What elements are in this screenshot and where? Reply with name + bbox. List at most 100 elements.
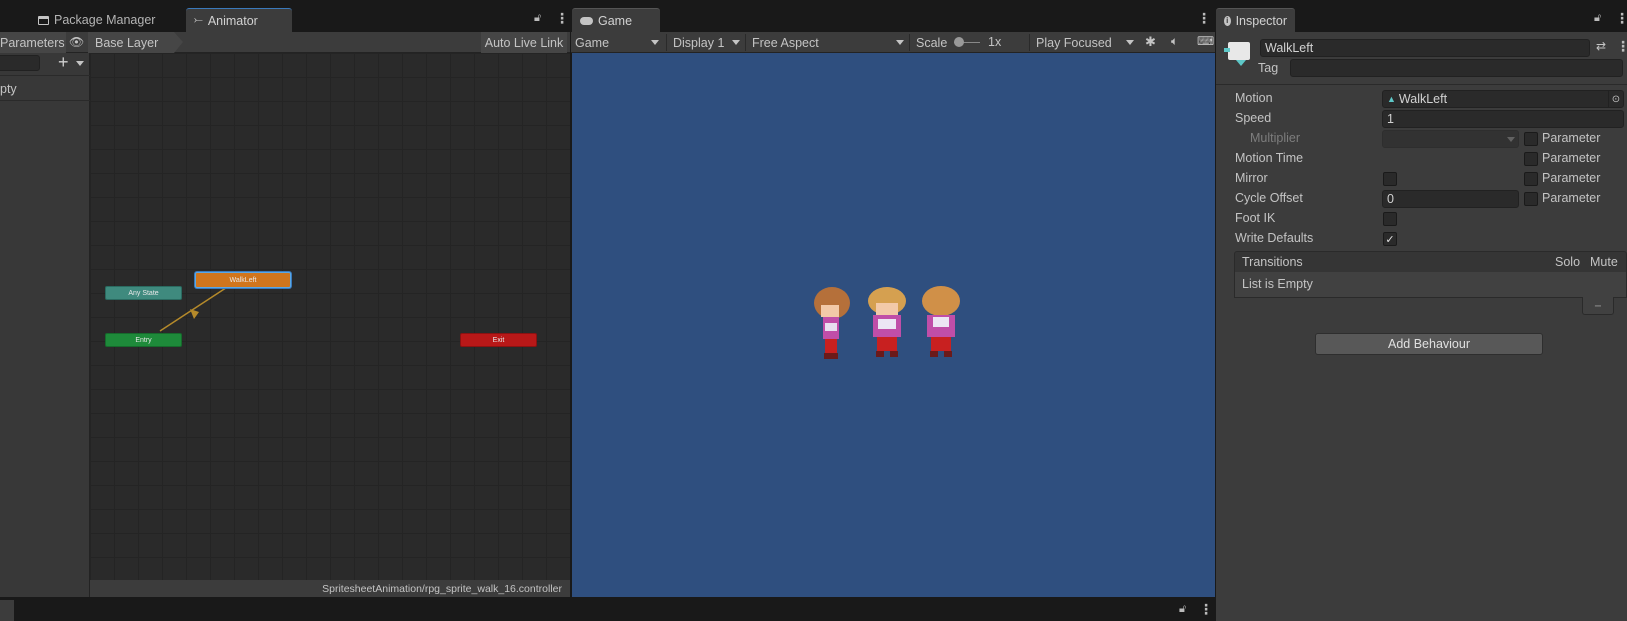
cycle-offset-input[interactable]: 0: [1382, 190, 1519, 208]
cycle-offset-label: Cycle Offset: [1235, 191, 1303, 205]
motion-time-parameter-checkbox[interactable]: [1524, 152, 1538, 166]
scale-label: Scale: [916, 35, 948, 50]
transitions-label: Transitions: [1242, 255, 1303, 269]
chevron-down-icon: [732, 40, 740, 45]
animation-clip-icon: ▲: [1387, 94, 1396, 104]
multiplier-parameter-checkbox[interactable]: [1524, 132, 1538, 146]
character-sprite-front: [868, 287, 906, 357]
state-name-input[interactable]: WalkLeft: [1260, 39, 1590, 57]
speed-input[interactable]: 1: [1382, 110, 1624, 128]
more-menu-icon[interactable]: ⋮: [1197, 10, 1211, 27]
mirror-checkbox[interactable]: [1383, 172, 1397, 186]
auto-live-link-button[interactable]: Auto Live Link: [481, 32, 567, 53]
remove-transition-button[interactable]: −: [1582, 297, 1614, 315]
object-picker-icon[interactable]: ⊙: [1608, 90, 1624, 108]
speed-label: Speed: [1235, 111, 1272, 125]
more-menu-icon[interactable]: ⋮: [1199, 601, 1213, 618]
solo-label: Solo: [1555, 255, 1581, 269]
stats-icon[interactable]: ⌨︎: [1197, 34, 1214, 48]
parameter-search-input[interactable]: [0, 55, 40, 71]
layer-label: Base Layer: [95, 35, 159, 50]
package-icon: [38, 15, 49, 25]
mirror-parameter-checkbox[interactable]: [1524, 172, 1538, 186]
multiplier-dropdown[interactable]: [1382, 130, 1519, 148]
divider: [1216, 84, 1627, 85]
state-icon: [1228, 42, 1250, 60]
checkmark-icon: ✓: [1385, 233, 1395, 246]
cycle-offset-parameter-label: Parameter: [1542, 191, 1601, 205]
bug-icon[interactable]: ✱: [1145, 34, 1156, 50]
motion-value: WalkLeft: [1398, 92, 1448, 106]
node-exit-label: Exit: [492, 336, 505, 344]
minus-icon: −: [1594, 298, 1602, 313]
motion-field[interactable]: ▲ WalkLeft: [1382, 90, 1613, 108]
tab-animator[interactable]: ⤚ Animator: [186, 8, 292, 32]
foot-ik-label: Foot IK: [1235, 211, 1276, 225]
bottom-tab[interactable]: [0, 600, 14, 621]
mute-label: Mute: [1590, 255, 1618, 269]
gamepad-icon: [580, 16, 593, 25]
tab-game[interactable]: Game: [572, 8, 660, 32]
scale-slider-handle[interactable]: [954, 37, 964, 47]
breadcrumb[interactable]: Base Layer: [88, 32, 174, 53]
game-tab-bar: Game ⋮: [571, 0, 1215, 32]
preset-icon[interactable]: ⇄: [1596, 39, 1606, 53]
motion-time-label: Motion Time: [1235, 151, 1304, 165]
multiplier-label: Multiplier: [1250, 131, 1301, 145]
game-viewport[interactable]: [572, 53, 1215, 597]
game-view-label: Game: [575, 35, 610, 50]
aspect-dropdown[interactable]: Free Aspect: [745, 34, 907, 51]
node-walk-left[interactable]: WalkLeft: [195, 272, 291, 288]
add-parameter-icon[interactable]: +: [58, 52, 69, 73]
chevron-down-icon: [651, 40, 659, 45]
tab-inspector[interactable]: i Inspector: [1216, 8, 1295, 32]
node-any-state[interactable]: Any State: [105, 286, 182, 300]
speaker-icon[interactable]: 🔈︎: [1171, 34, 1178, 49]
state-name-value: WalkLeft: [1265, 41, 1314, 55]
game-view-dropdown[interactable]: Game: [575, 34, 663, 51]
parameters-tab[interactable]: Parameters: [0, 32, 66, 53]
add-behaviour-button[interactable]: Add Behaviour: [1315, 333, 1543, 355]
transition-arrows: [159, 281, 236, 332]
inspector-footer: [1216, 597, 1627, 621]
transitions-header: Transitions Solo Mute: [1234, 251, 1627, 273]
controller-path: SpritesheetAnimation/rpg_sprite_walk_16.…: [322, 582, 562, 595]
foot-ik-checkbox[interactable]: [1383, 212, 1397, 226]
motion-time-parameter-label: Parameter: [1542, 151, 1601, 165]
more-menu-icon[interactable]: ⋮: [1616, 38, 1627, 55]
character-sprite-left: [814, 287, 850, 359]
info-icon: i: [1224, 15, 1231, 26]
animator-graph[interactable]: Any State WalkLeft Entry Exit Spriteshee…: [90, 53, 570, 597]
more-menu-icon[interactable]: ⋮: [555, 10, 569, 27]
tab-package-manager[interactable]: Package Manager: [30, 8, 163, 32]
tab-inspector-label: Inspector: [1235, 13, 1287, 28]
motion-label: Motion: [1235, 91, 1273, 105]
parameters-panel: + pty: [0, 52, 90, 597]
cycle-offset-value: 0: [1387, 192, 1394, 206]
node-entry[interactable]: Entry: [105, 333, 182, 347]
lock-icon[interactable]: 🔓︎: [1594, 12, 1601, 25]
write-defaults-checkbox[interactable]: ✓: [1383, 232, 1397, 246]
aspect-label: Free Aspect: [752, 35, 819, 50]
state-icon-accent: [1224, 48, 1230, 52]
parameters-tab-label: Parameters: [0, 35, 65, 50]
transition-arrowhead: [190, 309, 199, 319]
tab-package-manager-label: Package Manager: [54, 13, 156, 27]
animator-icon: ⤚: [194, 14, 203, 26]
cycle-offset-parameter-checkbox[interactable]: [1524, 192, 1538, 206]
chevron-down-icon[interactable]: [76, 61, 84, 66]
bottom-tab-bar: 🔓︎ ⋮: [0, 597, 1216, 621]
lock-icon[interactable]: 🔓︎: [1179, 603, 1186, 616]
more-menu-icon[interactable]: ⋮: [1615, 10, 1627, 27]
chevron-down-icon: [1126, 40, 1134, 45]
eye-icon[interactable]: 👁︎: [69, 35, 84, 49]
display-dropdown[interactable]: Display 1: [666, 34, 743, 51]
node-exit[interactable]: Exit: [460, 333, 537, 347]
tag-input[interactable]: [1290, 59, 1623, 77]
chevron-down-icon: [1507, 137, 1515, 142]
tag-label: Tag: [1258, 61, 1279, 75]
animator-toolbar: Parameters 👁︎ Base Layer Auto Live Link: [0, 32, 570, 53]
play-mode-dropdown[interactable]: Play Focused: [1029, 34, 1135, 51]
lock-icon[interactable]: 🔓︎: [534, 12, 541, 25]
inspector-tab-bar: i Inspector 🔓︎ ⋮: [1216, 0, 1627, 32]
